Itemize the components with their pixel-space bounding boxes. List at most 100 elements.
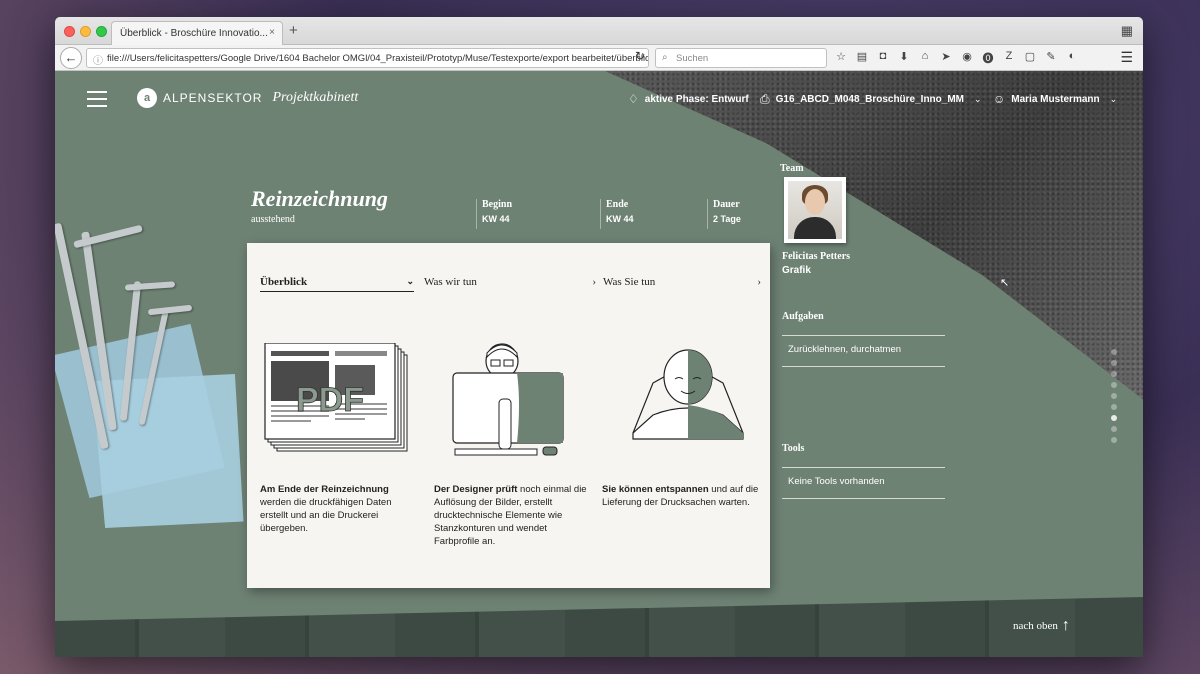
pdf-stack-illustration: PDF: [264, 343, 408, 452]
pinterest-icon[interactable]: ⓿: [982, 50, 994, 66]
logo[interactable]: a ALPENSEKTOR Projektkabinett: [137, 88, 358, 108]
meta-beginn-value: KW 44: [482, 214, 510, 224]
column-1-text: werden die druckfähigen Daten erstellt u…: [260, 497, 392, 534]
meta-dauer: Dauer 2 Tage: [707, 199, 741, 229]
meta-ende: Ende KW 44: [600, 199, 634, 229]
avatar[interactable]: [784, 177, 846, 243]
tab-was-wir-tun[interactable]: Was wir tun ›: [424, 276, 596, 288]
active-phase-label: aktive Phase: Entwurf: [644, 93, 749, 105]
meta-beginn-label: Beginn: [482, 199, 513, 210]
relaxed-person-illustration: [632, 349, 744, 440]
user-icon: ☺: [993, 92, 1006, 106]
pagination-dot[interactable]: [1111, 371, 1117, 377]
aufgaben-item[interactable]: Zurücklehnen, durchatmen: [782, 335, 945, 367]
page-title: Reinzeichnung: [251, 186, 388, 211]
column-text-kunde: Sie können entspannen und auf die Liefer…: [602, 483, 762, 509]
close-window-button[interactable]: [64, 26, 75, 37]
browser-menu-icon[interactable]: ☰: [1120, 49, 1133, 66]
designer-illustration: [452, 343, 564, 456]
back-button[interactable]: ←: [60, 47, 82, 69]
pdf-label: PDF: [296, 381, 364, 419]
chevron-right-icon: ›: [757, 276, 761, 288]
lightbulb-icon: ♢: [628, 92, 639, 106]
reload-icon[interactable]: ↻: [635, 49, 645, 63]
pagination-dot[interactable]: [1111, 393, 1117, 399]
pagination-dot[interactable]: [1111, 437, 1117, 443]
pagination-dot[interactable]: [1111, 382, 1117, 388]
arrow-up-icon: ↑: [1061, 617, 1070, 634]
phase-status: ausstehend: [251, 214, 295, 225]
logo-subtitle: Projektkabinett: [272, 90, 359, 105]
printer-icon: ⎙: [760, 92, 770, 106]
meta-beginn: Beginn KW 44: [476, 199, 512, 229]
allen-key-decoration: [124, 281, 176, 291]
note-icon[interactable]: ▢: [1024, 50, 1036, 66]
pocket-icon[interactable]: ◘: [877, 50, 889, 66]
overview-card: Überblick ⌄ Was wir tun › Was Sie tun ›: [247, 243, 770, 588]
tab-title: Überblick - Broschüre Innovatio...: [120, 28, 268, 39]
back-to-top-link[interactable]: nach oben ↑: [1013, 617, 1070, 635]
download-icon[interactable]: ⬇: [898, 50, 910, 66]
logo-text: ALPENSEKTOR: [163, 91, 263, 105]
send-icon[interactable]: ➤: [940, 50, 952, 66]
search-placeholder: Suchen: [676, 53, 709, 64]
allen-key-decoration: [147, 304, 193, 316]
chevron-right-icon: ›: [592, 276, 596, 288]
active-phase-indicator[interactable]: ♢ aktive Phase: Entwurf: [628, 92, 749, 106]
section-pagination: [1111, 349, 1117, 443]
meta-ende-label: Ende: [606, 199, 629, 210]
meta-dauer-value: 2 Tage: [713, 214, 741, 224]
search-icon: ⌕: [662, 52, 668, 63]
pagination-dot[interactable]: [1111, 426, 1117, 432]
browser-tab[interactable]: Überblick - Broschüre Innovatio... ×: [111, 21, 283, 45]
meta-dauer-label: Dauer: [713, 199, 740, 210]
home-icon[interactable]: ⌂: [919, 50, 931, 66]
chevron-down-icon: ⌄: [974, 94, 982, 104]
extension-icon[interactable]: ◉: [961, 50, 973, 66]
new-tab-button[interactable]: +: [289, 22, 298, 39]
app-menu-icon[interactable]: [87, 91, 107, 107]
team-member-name: Felicitas Petters: [782, 251, 851, 262]
user-name: Maria Mustermann: [1011, 93, 1100, 105]
pagination-dot-active[interactable]: [1111, 415, 1117, 421]
user-menu[interactable]: ☺ Maria Mustermann ⌄: [993, 92, 1117, 106]
grid-menu-icon[interactable]: ▦: [1121, 23, 1133, 39]
reading-list-icon[interactable]: ▤: [856, 50, 868, 66]
pagination-dot[interactable]: [1111, 360, 1117, 366]
bookmark-star-icon[interactable]: ☆: [835, 50, 847, 66]
pagination-dot[interactable]: [1111, 404, 1117, 410]
aufgaben-heading: Aufgaben: [782, 311, 824, 322]
zotero-icon[interactable]: Z: [1003, 50, 1015, 66]
url-input[interactable]: ⓘ file:///Users/felicitaspetters/Google …: [86, 48, 649, 68]
column-1-bold: Am Ende der Reinzeichnung: [260, 484, 389, 495]
url-text: file:///Users/felicitaspetters/Google Dr…: [107, 53, 649, 64]
alpensektor-logo-icon: a: [137, 88, 157, 108]
avatar-face: [805, 189, 825, 215]
tab-was-wir-tun-label: Was wir tun: [424, 276, 477, 288]
column-2-bold: Der Designer prüft: [434, 484, 518, 495]
project-selector[interactable]: ⎙ G16_ABCD_M048_Broschüre_Inno_MM ⌄: [760, 92, 982, 107]
browser-navbar: ← ⓘ file:///Users/felicitaspetters/Googl…: [55, 45, 1143, 71]
search-input[interactable]: ⌕ Suchen: [655, 48, 827, 68]
tab-close-icon[interactable]: ×: [269, 27, 275, 38]
team-heading: Team: [780, 163, 804, 174]
tools-item: Keine Tools vorhanden: [782, 467, 945, 499]
browser-toolbar: ☆ ▤ ◘ ⬇ ⌂ ➤ ◉ ⓿ Z ▢ ✎ ◐: [835, 50, 1078, 66]
eyedropper-icon[interactable]: ✎: [1045, 50, 1057, 66]
maximize-window-button[interactable]: [96, 26, 107, 37]
avatar-body: [794, 217, 836, 239]
project-label: G16_ABCD_M048_Broschüre_Inno_MM: [775, 94, 964, 105]
privacy-icon[interactable]: ◐: [1066, 50, 1078, 66]
pagination-dot[interactable]: [1111, 349, 1117, 355]
browser-window: Überblick - Broschüre Innovatio... × + ▦…: [55, 17, 1143, 657]
tab-overview-label: Überblick: [260, 276, 308, 288]
tools-heading: Tools: [782, 443, 805, 454]
avatar-photo: [788, 181, 842, 239]
wood-background: [55, 597, 1143, 657]
tab-overview[interactable]: Überblick ⌄: [260, 276, 414, 292]
tab-was-sie-tun[interactable]: Was Sie tun ›: [603, 276, 761, 288]
browser-tabbar: Überblick - Broschüre Innovatio... × + ▦: [55, 17, 1143, 45]
minimize-window-button[interactable]: [80, 26, 91, 37]
info-icon[interactable]: ⓘ: [93, 52, 103, 67]
chevron-down-icon: ⌄: [1109, 93, 1118, 104]
